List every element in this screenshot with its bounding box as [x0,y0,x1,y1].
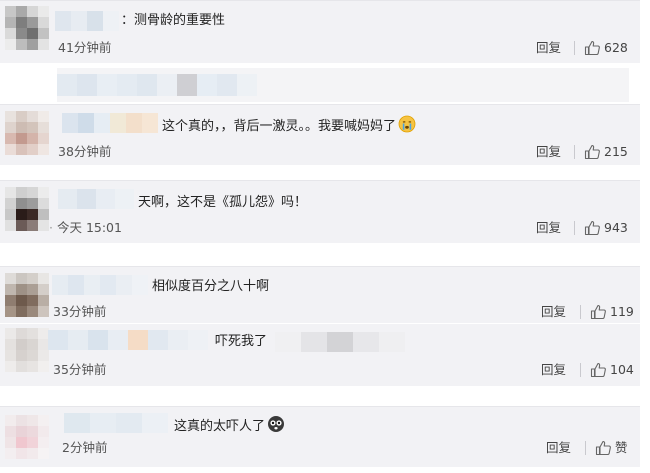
reply-button[interactable]: 回复 [536,143,561,161]
blurred-username[interactable] [62,113,158,133]
like-count: 119 [610,304,634,319]
comment-block: 相似度百分之八十啊 33分钟前 回复 119 [0,266,640,323]
thumbs-up-icon [584,144,600,160]
thumbs-up-icon [590,362,606,378]
comment-block: 吓死我了 35分钟前 回复 104 [0,324,640,386]
like-count: 628 [604,40,628,55]
reply-button[interactable]: 回复 [536,219,561,237]
comment-time: 35分钟前 [53,362,107,377]
thumbs-up-icon [584,40,600,56]
like-button[interactable]: 215 [584,142,628,162]
thumbs-up-icon [595,440,611,456]
avatar[interactable] [5,273,49,317]
blurred-reply-fragment [275,332,405,352]
like-button[interactable]: 119 [590,302,634,322]
like-count: 943 [604,220,628,235]
separator [585,441,586,455]
thumbs-up-icon [590,304,606,320]
like-button[interactable]: 104 [590,360,634,380]
reply-button[interactable]: 回复 [546,439,571,457]
like-count: 赞 [615,440,628,455]
comment-text: 相似度百分之八十啊 [152,279,270,294]
reply-button[interactable]: 回复 [541,361,566,379]
comment-text: 这个真的，，背后一激灵。。我要喊妈妈了 [162,115,416,137]
comment-time: 33分钟前 [53,304,107,319]
blurred-username[interactable] [52,275,148,295]
separator [574,221,575,235]
comment-text: 天啊，这不是《孤儿怨》吗！ [138,195,308,210]
shocked-face-icon [268,416,285,432]
comment-block: 这个真的，，背后一激灵。。我要喊妈妈了 38分钟前 回复 215 [0,104,640,165]
comment-text: ：测骨龄的重要性 [121,13,226,28]
separator [574,145,575,159]
comment-block: 天啊，这不是《孤儿怨》吗！ · 今天 15:01 回复 943 [0,180,640,243]
blurred-username[interactable] [64,413,168,433]
like-button[interactable]: 943 [584,218,628,238]
avatar[interactable] [5,415,49,459]
comment-time: 38分钟前 [58,144,112,159]
separator [580,305,581,319]
like-button[interactable]: 赞 [595,438,628,458]
separator [574,41,575,55]
like-button[interactable]: 628 [584,38,628,58]
comment-time: 41分钟前 [58,40,112,55]
blurred-reply-preview [57,68,629,102]
comment-text: 这真的太吓人了 [174,415,285,437]
comment-time: 2分钟前 [62,440,108,455]
crying-face-icon [398,115,416,133]
comment-text: 吓死我了 [215,334,268,349]
reply-button[interactable]: 回复 [536,39,561,57]
thumbs-up-icon [584,220,600,236]
reply-button[interactable]: 回复 [541,303,566,321]
like-count: 104 [610,362,634,377]
comment-block: ：测骨龄的重要性 41分钟前 回复 628 [0,0,640,63]
avatar[interactable] [5,111,49,155]
avatar[interactable] [5,6,49,50]
blurred-username[interactable] [55,11,119,31]
blurred-username[interactable] [48,330,208,350]
separator [580,363,581,377]
comment-time: · 今天 15:01 [49,220,122,235]
avatar[interactable] [5,187,49,231]
blurred-username[interactable] [58,189,134,209]
like-count: 215 [604,144,628,159]
comment-block: 这真的太吓人了 2分钟前 回复 赞 [0,406,640,467]
avatar[interactable] [5,328,49,372]
